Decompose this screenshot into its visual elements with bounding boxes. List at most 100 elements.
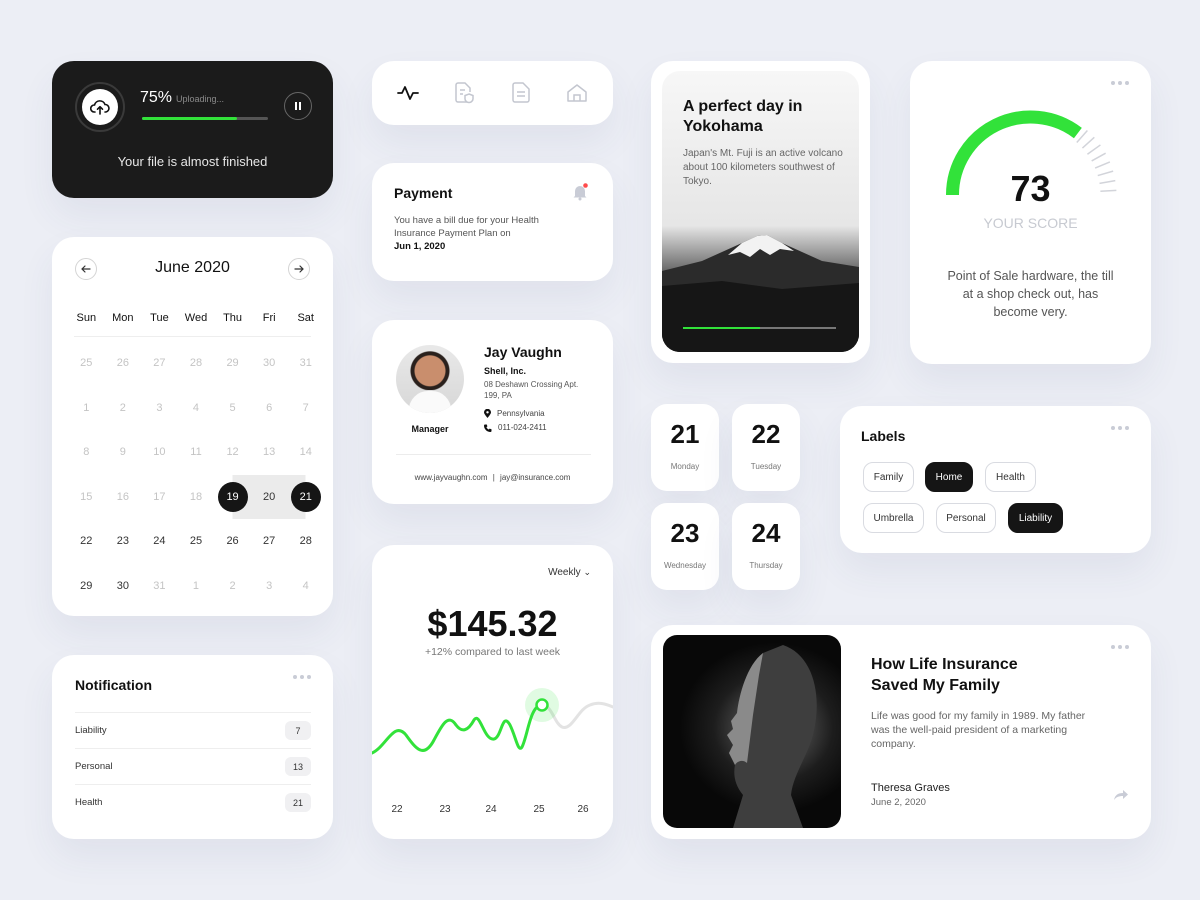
document-shield-icon[interactable] [449,78,479,108]
profile-phone[interactable]: 011-024-2411 [484,423,547,432]
article-card[interactable]: How Life Insurance Saved My Family Life … [651,625,1151,839]
notification-row[interactable]: Health 21 [75,784,311,820]
link-separator: | [492,473,495,482]
score-label: YOUR SCORE [983,215,1078,231]
x-tick-label: 26 [577,804,589,815]
label-chip[interactable]: Personal [936,503,996,533]
day-tile[interactable]: 22 Tuesday [732,404,800,491]
calendar-day[interactable]: 2 [105,386,142,431]
calendar-day[interactable]: 26 [214,519,251,564]
calendar-day[interactable]: 24 [141,519,178,564]
calendar-day[interactable]: 30 [105,564,142,609]
period-dropdown[interactable]: Weekly ⌄ [548,567,591,578]
label-chip[interactable]: Home [925,462,973,492]
more-options-icon[interactable] [1111,645,1129,649]
calendar-day[interactable]: 3 [251,564,288,609]
profile-location-text: Pennsylvania [497,409,545,418]
calendar-day[interactable]: 30 [251,341,288,386]
calendar-day[interactable]: 19 [214,474,251,519]
calendar-day[interactable]: 14 [287,430,324,475]
calendar-day[interactable]: 11 [178,430,215,475]
calendar-day[interactable]: 16 [105,475,142,520]
day-tile[interactable]: 24 Thursday [732,503,800,590]
calendar-day[interactable]: 3 [141,386,178,431]
calendar-day[interactable]: 17 [141,475,178,520]
upload-message: Your file is almost finished [117,154,268,169]
day-number: 21 [670,419,700,449]
upload-state: Uploading... [176,94,225,104]
period-value: Weekly [548,567,581,578]
calendar-day[interactable]: 25 [68,341,105,386]
travel-story-card[interactable]: A perfect day in Yokohama Japan's Mt. Fu… [651,61,870,363]
calendar-day[interactable]: 29 [214,341,251,386]
document-icon[interactable] [506,78,536,108]
calendar-day[interactable]: 27 [251,519,288,564]
calendar-day[interactable]: 26 [105,341,142,386]
calendar-day[interactable]: 4 [178,386,215,431]
calendar-day[interactable]: 23 [105,519,142,564]
calendar-day[interactable]: 9 [105,430,142,475]
weekday-label: Sat [297,312,314,324]
label-chip[interactable]: Umbrella [863,503,924,533]
calendar-day[interactable]: 1 [178,564,215,609]
calendar-day[interactable]: 22 [68,519,105,564]
earnings-card: Weekly ⌄ $145.32 +12% compared to last w… [372,545,613,839]
pause-button[interactable] [284,92,312,120]
calendar-day[interactable]: 20 [250,474,288,519]
label-chip[interactable]: Family [863,462,914,492]
calendar-day[interactable]: 21 [287,474,324,519]
story-progress-bar [683,327,836,329]
day-weekday: Wednesday [663,561,707,570]
selected-day-marker: 21 [290,481,321,512]
email-link[interactable]: jay@insurance.com [500,473,570,482]
calendar-grid: 25 26 27 28 29 30 31 1 2 3 4 5 6 7 8 9 10 11 12 13 14 15 16 17 1… [68,341,324,608]
calendar-day[interactable]: 31 [287,341,324,386]
calendar-day[interactable]: 29 [68,564,105,609]
portrait-photo [663,635,841,828]
payment-due-date: Jun 1, 2020 [394,241,446,252]
profile-location: Pennsylvania [484,409,545,418]
calendar-day[interactable]: 28 [178,341,215,386]
day-tile[interactable]: 21 Monday [651,404,719,491]
calendar-day[interactable]: 5 [214,386,251,431]
next-month-button[interactable] [288,258,310,280]
calendar-day[interactable]: 25 [178,519,215,564]
more-options-icon[interactable] [293,675,311,679]
amount-comparison: +12% compared to last week [424,646,561,658]
notification-row[interactable]: Liability 7 [75,712,311,748]
calendar-day[interactable]: 1 [68,386,105,431]
calendar-day[interactable]: 8 [68,430,105,475]
chart-point[interactable] [535,698,549,712]
bell-icon[interactable] [571,183,589,206]
weekday-label: Mon [112,312,134,324]
day-tile[interactable]: 23 Wednesday [651,503,719,590]
x-tick-label: 23 [439,804,451,815]
calendar-day[interactable]: 2 [214,564,251,609]
calendar-day[interactable]: 10 [141,430,178,475]
calendar-day[interactable]: 13 [251,430,288,475]
day-number: 24 [751,518,781,548]
calendar-day[interactable]: 28 [287,519,324,564]
story-text: Japan's Mt. Fuji is an active volcano ab… [683,148,843,187]
share-arrow-icon[interactable] [1113,788,1129,806]
notification-row[interactable]: Personal 13 [75,748,311,784]
payment-card[interactable]: Payment You have a bill due for your Hea… [372,163,613,281]
day-number: 23 [670,518,700,548]
label-chip[interactable]: Liability [1008,503,1063,533]
gauge-tick [1091,152,1107,162]
calendar-day[interactable]: 4 [287,564,324,609]
website-link[interactable]: www.jayvaughn.com [415,473,488,482]
profile-name: Jay Vaughn [484,344,562,360]
calendar-day[interactable]: 27 [141,341,178,386]
more-options-icon[interactable] [1111,426,1129,430]
calendar-day[interactable]: 18 [178,475,215,520]
calendar-day[interactable]: 12 [214,430,251,475]
calendar-day[interactable]: 31 [141,564,178,609]
calendar-day[interactable]: 15 [68,475,105,520]
home-icon[interactable] [562,78,592,108]
calendar-day[interactable]: 7 [287,386,324,431]
day-weekday: Monday [670,462,700,471]
label-chip[interactable]: Health [985,462,1036,492]
activity-icon[interactable] [393,78,423,108]
calendar-day[interactable]: 6 [251,386,288,431]
